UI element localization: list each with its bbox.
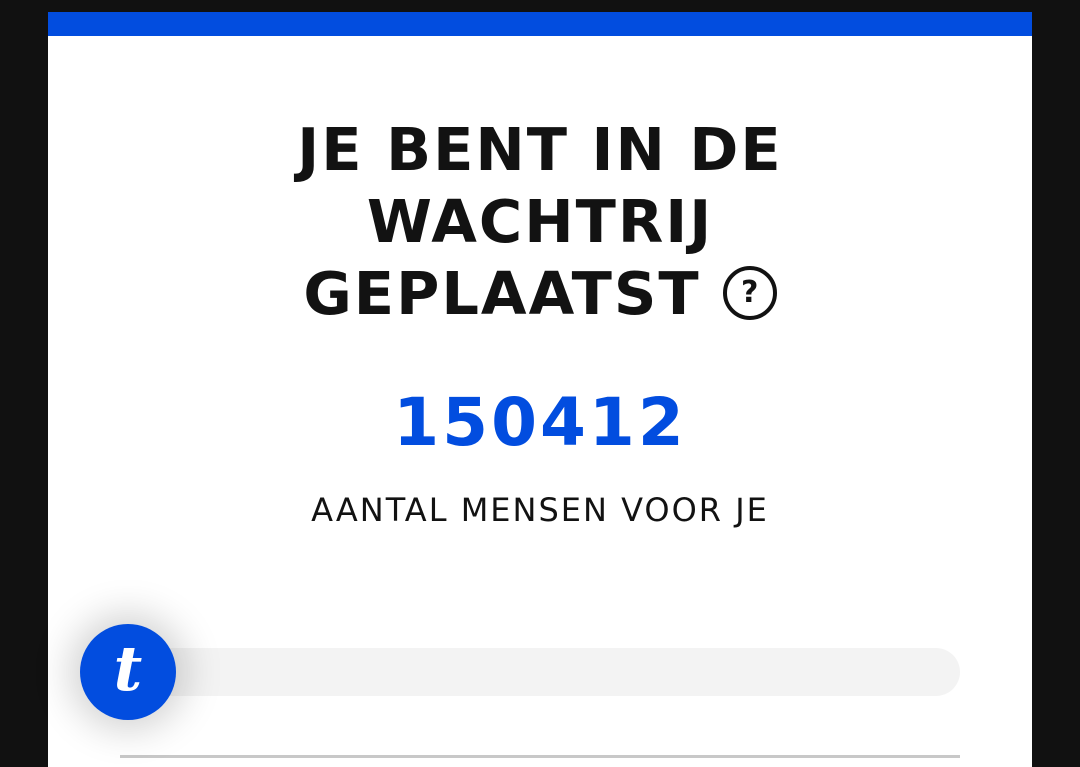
question-circle-icon[interactable]: ?	[722, 266, 777, 320]
queue-title-line-3-wrap: GEPLAATST?	[48, 258, 1032, 330]
divider	[120, 755, 960, 758]
queue-title-line-3: GEPLAATST	[303, 259, 701, 328]
people-ahead-label: AANTAL MENSEN VOOR JE	[311, 491, 769, 529]
brand-top-bar	[48, 12, 1032, 36]
ticketmaster-logo-icon: t	[80, 624, 176, 720]
queue-progress-bar	[128, 648, 960, 696]
queue-title-line-1: JE BENT IN DE	[297, 115, 783, 184]
question-mark-glyph: ?	[740, 275, 759, 310]
people-ahead-count: 150412	[393, 384, 687, 461]
queue-card: JE BENT IN DE WACHTRIJ GEPLAATST? 150412…	[48, 12, 1032, 767]
queue-title: JE BENT IN DE WACHTRIJ GEPLAATST?	[48, 114, 1032, 330]
queue-title-line-2: WACHTRIJ	[366, 187, 714, 256]
